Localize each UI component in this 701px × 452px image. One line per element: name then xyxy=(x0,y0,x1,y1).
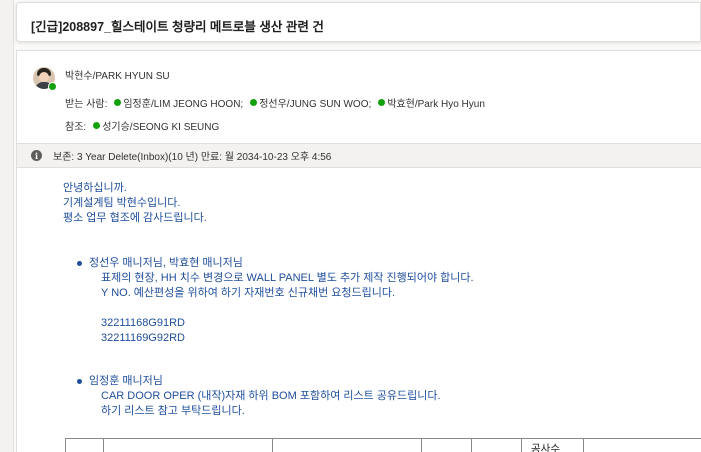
presence-available-icon xyxy=(114,99,122,106)
recipient-jung-sun-woo[interactable]: 정선우/JUNG SUN WOO; xyxy=(259,95,371,110)
subject-header: [긴급]208897_힐스테이트 청량리 메트로블 생산 관련 건 xyxy=(16,2,701,42)
bullet-heading: 임정훈 매니저님 xyxy=(77,374,441,389)
recipient-park-hyo-hyun[interactable]: 박효현/Park Hyo Hyun xyxy=(387,95,485,110)
recipient-lim-jeong-hoon[interactable]: 임정훈/LIM JEONG HOON; xyxy=(123,95,243,110)
mail-reading-pane: [긴급]208897_힐스테이트 청량리 메트로블 생산 관련 건 박현수/PA… xyxy=(0,0,701,452)
table-cell xyxy=(103,439,104,452)
retention-policy-bar: i 보존: 3 Year Delete(Inbox)(10 년) 만료: 월 2… xyxy=(17,143,701,168)
material-code: 32211168G91RD xyxy=(101,317,185,329)
greeting-line: 안녕하십니까. xyxy=(63,182,127,194)
bom-table: 공사수 xyxy=(65,438,701,452)
info-icon: i xyxy=(31,150,42,161)
greeting-line: 기계설계팀 박현수입니다. xyxy=(63,197,181,209)
retention-text: 보존: 3 Year Delete(Inbox)(10 년) 만료: 월 203… xyxy=(53,152,332,163)
presence-available-icon xyxy=(378,99,386,106)
left-rail xyxy=(0,0,14,452)
table-header-cell: 공사수 xyxy=(531,443,560,452)
bullet-item: 임정훈 매니저님 CAR DOOR OPER (내작)자재 하위 BOM 포함하… xyxy=(77,374,441,419)
table-cell xyxy=(272,439,273,452)
bullet-line: Y NO. 예산편성을 위하여 하기 자재번호 신규채번 요청드립니다. xyxy=(101,287,396,299)
table-cell xyxy=(521,439,522,452)
greeting-block: 안녕하십니까. 기계설계팀 박현수입니다. 평소 업무 협조에 감사드립니다. xyxy=(63,181,207,226)
cc-label: 참조: xyxy=(65,122,87,133)
mail-subject: [긴급]208897_힐스테이트 청량리 메트로블 생산 관련 건 xyxy=(31,20,324,34)
table-cell xyxy=(421,439,422,452)
bullet-heading: 정선우 매니저님, 박효현 매니저님 xyxy=(77,256,474,271)
bullet-line: CAR DOOR OPER (내작)자재 하위 BOM 포함하여 리스트 공유드… xyxy=(101,390,441,402)
mail-content: 박현수/PARK HYUN SU 받는 사람: 임정훈/LIM JEONG HO… xyxy=(16,50,701,452)
material-code: 32211169G92RD xyxy=(101,332,185,344)
bullet-line: 하기 리스트 참고 부탁드립니다. xyxy=(101,405,245,417)
greeting-line: 평소 업무 협조에 감사드립니다. xyxy=(63,212,207,224)
cc-line: 참조: 성기승/SEONG KI SEUNG xyxy=(65,118,219,133)
bullet-item: 정선우 매니저님, 박효현 매니저님 표제의 현장, HH 치수 변경으로 WA… xyxy=(77,256,474,346)
cc-recipient-seong-ki-seung[interactable]: 성기승/SEONG KI SEUNG xyxy=(102,118,219,133)
bullet-line: 표제의 현장, HH 치수 변경으로 WALL PANEL 별도 추가 제작 진… xyxy=(101,272,474,284)
table-cell xyxy=(471,439,472,452)
table-cell xyxy=(583,439,584,452)
to-line: 받는 사람: 임정훈/LIM JEONG HOON; 정선우/JUNG SUN … xyxy=(65,95,485,110)
table-cell xyxy=(65,439,66,452)
presence-available-icon xyxy=(93,122,101,129)
presence-available-icon xyxy=(250,99,258,106)
presence-available-icon xyxy=(48,82,57,91)
to-label: 받는 사람: xyxy=(65,99,108,110)
sender-name[interactable]: 박현수/PARK HYUN SU xyxy=(65,67,170,82)
